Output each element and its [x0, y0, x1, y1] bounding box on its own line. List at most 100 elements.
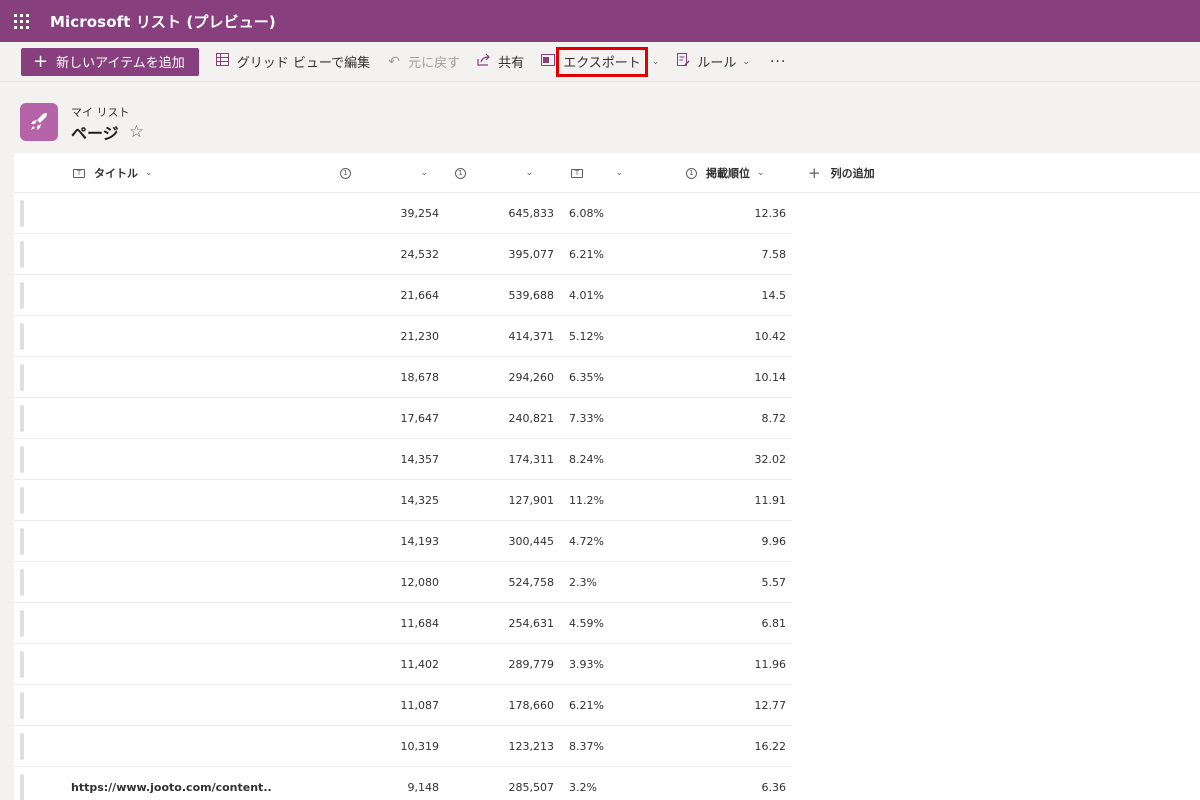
cell-value-2: 254,631 — [508, 616, 555, 630]
chevron-down-icon: ⌄ — [742, 56, 750, 67]
app-bar: Microsoft リスト (プレビュー) — [0, 0, 1200, 42]
chevron-down-icon: ⌄ — [420, 168, 428, 178]
cell-rank: 8.72 — [761, 411, 787, 425]
row-select-handle[interactable] — [20, 774, 24, 800]
cell-value-1: 12,080 — [400, 575, 440, 589]
row-select-handle[interactable] — [20, 528, 24, 555]
table-row[interactable]: 11,087 178,660 6.21% 12.77 — [14, 685, 792, 726]
cell-value-3: 4.01% — [569, 288, 604, 302]
column-header-1[interactable]: 1 ⌄ — [340, 153, 428, 193]
cell-title[interactable] — [71, 726, 271, 766]
table-row[interactable]: 11,402 289,779 3.93% 11.96 — [14, 644, 792, 685]
chevron-down-icon: ⌄ — [145, 168, 153, 178]
table-row[interactable]: 18,678 294,260 6.35% 10.14 — [14, 357, 792, 398]
cell-title[interactable] — [71, 398, 271, 438]
text-column-icon: T — [73, 168, 85, 178]
cell-title[interactable] — [71, 316, 271, 356]
row-select-handle[interactable] — [20, 241, 24, 268]
column-header-rank[interactable]: 1 掲載順位 ⌄ — [686, 153, 765, 193]
more-options-button[interactable]: ··· — [770, 54, 786, 70]
row-select-handle[interactable] — [20, 651, 24, 678]
add-column-label: 列の追加 — [830, 167, 875, 180]
grid-edit-button[interactable]: グリッド ビューで編集 — [215, 48, 370, 76]
row-select-handle[interactable] — [20, 446, 24, 473]
grid-icon — [215, 53, 231, 70]
table-row[interactable]: https://www.jooto.com/content... 9,148 285… — [14, 767, 792, 800]
rules-button[interactable]: ルール ⌄ — [675, 48, 750, 76]
table-row[interactable]: 12,080 524,758 2.3% 5.57 — [14, 562, 792, 603]
row-select-handle[interactable] — [20, 692, 24, 719]
table-row[interactable]: 14,193 300,445 4.72% 9.96 — [14, 521, 792, 562]
export-button[interactable]: エクスポート ⌄ — [540, 46, 659, 77]
undo-label: 元に戻す — [408, 56, 461, 71]
export-label: エクスポート — [563, 56, 641, 71]
table-row[interactable]: 17,647 240,821 7.33% 8.72 — [14, 398, 792, 439]
cell-title[interactable] — [71, 439, 271, 479]
table-row[interactable]: 24,532 395,077 6.21% 7.58 — [14, 234, 792, 275]
cell-title[interactable] — [71, 357, 271, 397]
row-select-handle[interactable] — [20, 200, 24, 227]
cell-title[interactable]: https://www.jooto.com/content... — [71, 767, 271, 800]
text-column-icon: T — [571, 168, 583, 178]
cell-value-2: 289,779 — [508, 657, 555, 671]
row-select-handle[interactable] — [20, 405, 24, 432]
row-select-handle[interactable] — [20, 569, 24, 596]
row-select-handle[interactable] — [20, 733, 24, 760]
cell-value-3: 5.12% — [569, 329, 604, 343]
column-header-title[interactable]: T タイトル ⌄ — [73, 153, 153, 193]
row-select-handle[interactable] — [20, 610, 24, 637]
cell-rank: 10.14 — [754, 370, 787, 384]
cell-value-2: 240,821 — [508, 411, 555, 425]
app-launcher-icon[interactable] — [0, 0, 42, 42]
cell-value-2: 294,260 — [508, 370, 555, 384]
table-row[interactable]: 11,684 254,631 4.59% 6.81 — [14, 603, 792, 644]
rules-label: ルール — [697, 56, 737, 71]
page-title: ページ ☆ — [71, 120, 144, 144]
favorite-star-icon[interactable]: ☆ — [129, 122, 144, 142]
share-button[interactable]: 共有 — [476, 48, 524, 76]
number-column-icon: 1 — [455, 167, 466, 179]
row-select-handle[interactable] — [20, 364, 24, 391]
cell-title[interactable] — [71, 521, 271, 561]
breadcrumb[interactable]: マイ リスト — [71, 104, 130, 120]
cell-value-2: 539,688 — [508, 288, 555, 302]
table-row[interactable]: 14,325 127,901 11.2% 11.91 — [14, 480, 792, 521]
table-row[interactable]: 21,230 414,371 5.12% 10.42 — [14, 316, 792, 357]
new-item-label: 新しいアイテムを追加 — [56, 56, 185, 71]
column-title-label: タイトル — [94, 167, 138, 180]
cell-value-1: 11,087 — [400, 698, 440, 712]
cell-title[interactable] — [71, 234, 271, 274]
cell-value-3: 6.21% — [569, 698, 604, 712]
table-row[interactable]: 39,254 645,833 6.08% 12.36 — [14, 193, 792, 234]
cell-value-1: 21,664 — [400, 288, 440, 302]
cell-value-3: 8.37% — [569, 739, 604, 753]
table-row[interactable]: 21,664 539,688 4.01% 14.5 — [14, 275, 792, 316]
cell-title[interactable] — [71, 480, 271, 520]
cell-title[interactable] — [71, 562, 271, 602]
cell-value-2: 300,445 — [508, 534, 555, 548]
cell-title[interactable] — [71, 275, 271, 315]
cell-title[interactable] — [71, 644, 271, 684]
table-row[interactable]: 14,357 174,311 8.24% 32.02 — [14, 439, 792, 480]
column-header-3[interactable]: T ⌄ — [571, 153, 623, 193]
plus-icon: + — [808, 164, 821, 182]
undo-button[interactable]: ↶ 元に戻す — [386, 48, 460, 76]
cell-title[interactable] — [71, 193, 271, 233]
cell-title[interactable] — [71, 603, 271, 643]
cell-title[interactable] — [71, 685, 271, 725]
row-select-handle[interactable] — [20, 487, 24, 514]
row-select-handle[interactable] — [20, 282, 24, 309]
list-icon — [20, 103, 58, 141]
column-header-2[interactable]: 1 ⌄ — [455, 153, 533, 193]
row-select-handle[interactable] — [20, 323, 24, 350]
cell-value-2: 174,311 — [508, 452, 555, 466]
cell-value-1: 14,357 — [400, 452, 440, 466]
table-row[interactable]: 10,319 123,213 8.37% 16.22 — [14, 726, 792, 767]
cell-value-2: 285,507 — [508, 780, 555, 794]
cell-value-1: 24,532 — [400, 247, 440, 261]
new-item-button[interactable]: + 新しいアイテムを追加 — [21, 47, 199, 76]
grid-edit-label: グリッド ビューで編集 — [236, 56, 371, 71]
add-column-button[interactable]: + 列の追加 — [808, 153, 875, 193]
cell-rank: 11.96 — [754, 657, 787, 671]
cell-value-3: 3.93% — [569, 657, 604, 671]
